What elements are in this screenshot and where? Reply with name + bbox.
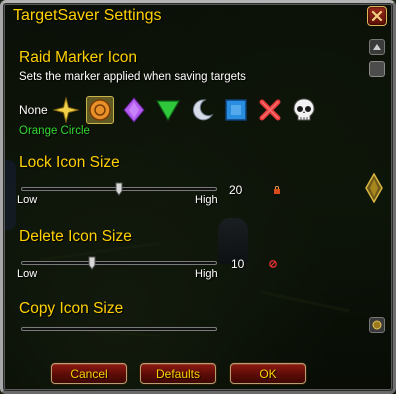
window-title: TargetSaver Settings	[13, 7, 162, 24]
lock-size-high-label: High	[195, 194, 218, 206]
delete-size-heading: Delete Icon Size	[19, 228, 132, 245]
delete-icon	[269, 260, 277, 268]
marker-diamond[interactable]	[120, 96, 148, 124]
copy-size-heading: Copy Icon Size	[19, 300, 124, 317]
marker-icon-row: None	[19, 95, 324, 125]
copy-size-track	[21, 327, 217, 331]
scroll-up-button[interactable]	[369, 39, 385, 55]
lock-size-value: 20	[229, 183, 243, 197]
circle-icon	[88, 99, 111, 121]
lock-size-heading: Lock Icon Size	[19, 154, 120, 171]
skull-icon	[293, 98, 315, 121]
scrollbar[interactable]	[365, 39, 386, 333]
cross-icon	[259, 99, 281, 121]
moon-icon	[192, 99, 213, 121]
marker-square[interactable]	[222, 96, 250, 124]
delete-size-value: 10	[231, 257, 245, 271]
scroll-down-button[interactable]	[369, 317, 385, 333]
lock-icon	[274, 186, 280, 194]
ok-button[interactable]: OK	[230, 363, 306, 384]
marker-none-option[interactable]: None	[19, 103, 48, 117]
cancel-button[interactable]: Cancel	[51, 363, 127, 384]
marker-moon[interactable]	[188, 96, 216, 124]
scroll-bottom-icon	[372, 320, 382, 330]
defaults-button[interactable]: Defaults	[140, 363, 216, 384]
raid-marker-description: Sets the marker applied when saving targ…	[19, 71, 246, 83]
settings-window: TargetSaver Settings Raid Marker Icon Se…	[0, 0, 396, 394]
marker-skull[interactable]	[290, 96, 318, 124]
diamond-thumb-icon	[365, 172, 383, 204]
marker-cross[interactable]	[256, 96, 284, 124]
marker-star[interactable]	[52, 96, 80, 124]
delete-size-slider[interactable]	[19, 256, 219, 270]
star-icon	[52, 97, 79, 123]
lock-size-slider[interactable]	[19, 182, 219, 196]
square-icon	[224, 99, 247, 121]
close-icon	[371, 10, 383, 22]
delete-size-low-label: Low	[17, 268, 38, 280]
scroll-top-knob[interactable]	[369, 61, 385, 77]
scroll-thumb[interactable]	[361, 172, 387, 204]
close-button[interactable]	[367, 6, 387, 26]
selected-marker-name: Orange Circle	[19, 125, 90, 137]
raid-marker-heading: Raid Marker Icon	[19, 49, 138, 66]
lock-size-low-label: Low	[17, 194, 38, 206]
delete-size-high-label: High	[195, 268, 218, 280]
triangle-icon	[155, 100, 180, 122]
delete-size-track	[21, 261, 217, 265]
lock-size-thumb[interactable]	[115, 181, 123, 196]
marker-circle[interactable]	[85, 96, 114, 124]
diamond-icon	[123, 97, 145, 123]
delete-size-thumb[interactable]	[88, 255, 96, 270]
arrow-up-icon	[373, 44, 381, 50]
marker-triangle[interactable]	[154, 96, 182, 124]
copy-size-slider[interactable]	[19, 327, 219, 331]
